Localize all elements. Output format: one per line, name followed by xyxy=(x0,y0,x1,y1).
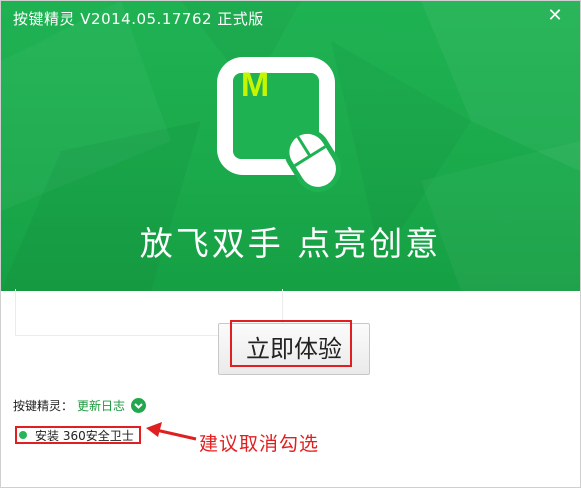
installer-window: 按键精灵 V2014.05.17762 正式版 ✕ M 放飞双手 点亮创意 立即… xyxy=(0,0,581,488)
logo-letter: M xyxy=(241,66,269,104)
close-icon[interactable]: ✕ xyxy=(546,7,564,25)
install-360-option: 安装 360安全卫士 xyxy=(15,426,141,444)
changelog-link[interactable]: 更新日志 xyxy=(77,399,125,413)
start-button[interactable]: 立即体验 xyxy=(218,323,370,375)
changelog-prefix: 按键精灵： xyxy=(13,399,74,413)
hero-banner: 按键精灵 V2014.05.17762 正式版 ✕ M 放飞双手 点亮创意 xyxy=(1,1,580,291)
slogan: 放飞双手 点亮创意 xyxy=(139,224,442,263)
annotation-arrow-icon xyxy=(146,422,197,441)
install-360-checkbox[interactable] xyxy=(19,431,27,439)
changelog-row: 按键精灵： 更新日志 xyxy=(13,397,147,414)
window-title: 按键精灵 V2014.05.17762 正式版 xyxy=(13,10,264,28)
app-logo: M xyxy=(217,57,341,192)
install-360-label[interactable]: 安装 360安全卫士 xyxy=(35,429,134,443)
chevron-down-icon[interactable] xyxy=(131,398,147,413)
annotation-text: 建议取消勾选 xyxy=(199,433,320,455)
